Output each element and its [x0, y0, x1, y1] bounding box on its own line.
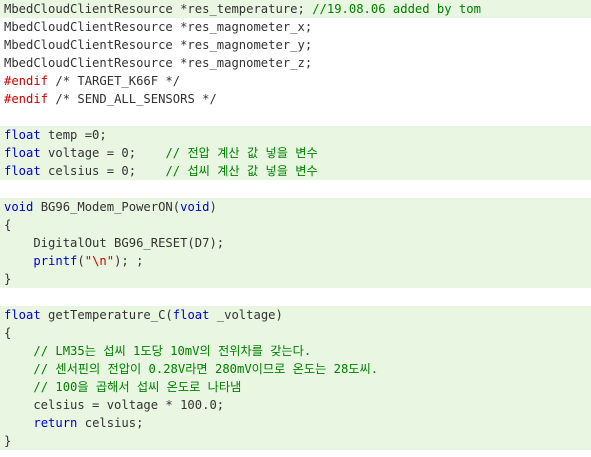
code-token-pp: #endif [4, 92, 49, 106]
code-token-plain: { [4, 218, 12, 232]
code-token-kw: float [4, 164, 41, 178]
code-token-kw: float [172, 308, 210, 322]
code-token-kw: float [4, 128, 41, 142]
code-line[interactable]: #endif /* TARGET_K66F */ [0, 72, 591, 90]
code-token-plain: /* SEND_ALL_SENSORS */ [48, 92, 217, 106]
code-token-cmt: // 섭씨 계산 값 넣을 변수 [165, 164, 318, 178]
code-line[interactable]: // 100을 곱해서 섭씨 온도로 나타냄 [0, 378, 591, 396]
code-token-plain: ); ; [114, 254, 144, 268]
code-line[interactable]: { [0, 324, 591, 342]
code-line[interactable]: MbedCloudClientResource *res_temperature… [0, 0, 591, 18]
code-line[interactable]: } [0, 432, 591, 450]
code-token-plain: ) [209, 200, 217, 214]
code-token-plain: MbedCloudClientResource *res_magnometer_… [4, 56, 313, 70]
code-token-plain: celsius = 0; [40, 164, 166, 178]
code-line[interactable]: MbedCloudClientResource *res_magnometer_… [0, 18, 591, 36]
code-line[interactable]: float voltage = 0; // 전압 계산 값 넣을 변수 [0, 144, 591, 162]
code-token-cmt: // 100을 곱해서 섭씨 온도로 나타냄 [33, 380, 242, 394]
code-token-plain: } [4, 434, 12, 448]
code-line[interactable] [0, 108, 591, 126]
code-token-plain: { [4, 326, 12, 340]
code-token-pp: #endif [4, 74, 49, 88]
code-line[interactable] [0, 180, 591, 198]
code-line[interactable]: MbedCloudClientResource *res_magnometer_… [0, 54, 591, 72]
code-token-str: "\n" [84, 254, 115, 268]
code-token-kw: float [4, 308, 41, 322]
code-token-plain: getTemperature_C( [40, 308, 173, 322]
code-line[interactable]: return celsius; [0, 414, 591, 432]
code-line[interactable]: float celsius = 0; // 섭씨 계산 값 넣을 변수 [0, 162, 591, 180]
code-line[interactable]: float getTemperature_C(float _voltage) [0, 306, 591, 324]
code-line[interactable]: void BG96_Modem_PowerON(void) [0, 198, 591, 216]
code-token-kw: printf [33, 254, 78, 268]
code-token-plain: temp =0; [40, 128, 107, 142]
code-token-cmt: //19.08.06 added by tom [312, 2, 481, 16]
code-token-cmt: // LM35는 섭씨 1도당 10mV의 전위차를 갖는다. [33, 344, 312, 358]
code-editor[interactable]: MbedCloudClientResource *res_temperature… [0, 0, 591, 457]
code-line[interactable]: // 센서핀의 전압이 0.28V라면 280mV이므로 온도는 28도씨. [0, 360, 591, 378]
code-line[interactable]: { [0, 216, 591, 234]
code-line[interactable]: DigitalOut BG96_RESET(D7); [0, 234, 591, 252]
code-line[interactable]: MbedCloudClientResource *res_magnometer_… [0, 36, 591, 54]
code-token-plain: celsius; [77, 416, 144, 430]
code-token-plain: _voltage) [209, 308, 283, 322]
code-token-kw: float [4, 146, 41, 160]
code-token-plain: voltage = 0; [40, 146, 166, 160]
code-token-plain: BG96_Modem_PowerON( [33, 200, 181, 214]
code-token-plain: } [4, 272, 12, 286]
code-token-kw: void [180, 200, 210, 214]
code-token-kw: void [4, 200, 34, 214]
code-token-plain: DigitalOut BG96_RESET(D7); [4, 236, 225, 250]
code-token-cmt: // 센서핀의 전압이 0.28V라면 280mV이므로 온도는 28도씨. [33, 362, 379, 376]
code-line[interactable]: #endif /* SEND_ALL_SENSORS */ [0, 90, 591, 108]
code-token-plain: celsius = voltage * 100.0; [4, 398, 225, 412]
code-line[interactable]: // LM35는 섭씨 1도당 10mV의 전위차를 갖는다. [0, 342, 591, 360]
code-token-cmt: // 전압 계산 값 넣을 변수 [165, 146, 318, 160]
code-token-plain: ( [77, 254, 85, 268]
code-line[interactable]: printf("\n"); ; [0, 252, 591, 270]
code-token-plain: MbedCloudClientResource *res_magnometer_… [4, 38, 313, 52]
code-line[interactable]: celsius = voltage * 100.0; [0, 396, 591, 414]
code-line[interactable]: float temp =0; [0, 126, 591, 144]
code-token-plain: /* TARGET_K66F */ [48, 74, 181, 88]
code-token-kw: return [33, 416, 78, 430]
code-line[interactable] [0, 288, 591, 306]
code-token-plain: MbedCloudClientResource *res_temperature… [4, 2, 313, 16]
code-line[interactable]: } [0, 270, 591, 288]
code-token-plain: MbedCloudClientResource *res_magnometer_… [4, 20, 313, 34]
